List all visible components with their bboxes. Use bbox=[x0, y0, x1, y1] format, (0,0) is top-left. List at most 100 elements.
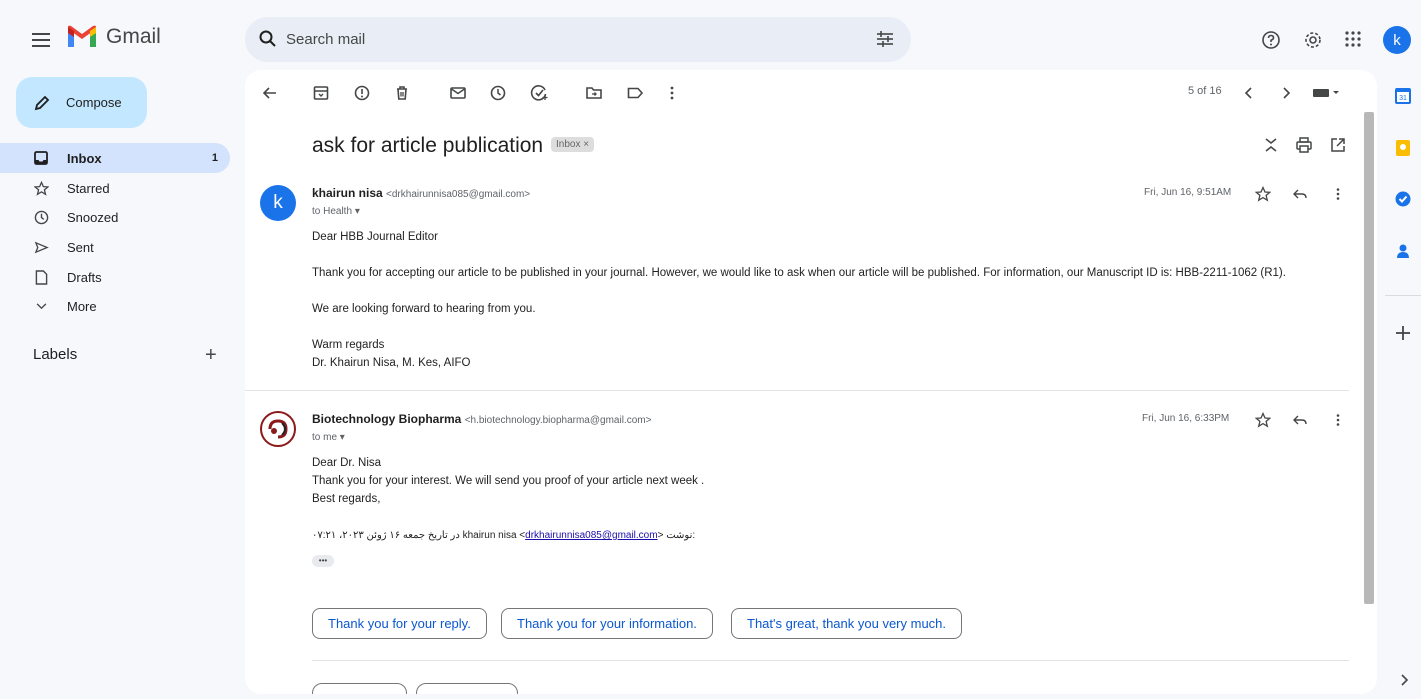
send-icon bbox=[33, 239, 49, 255]
message-divider bbox=[245, 390, 1349, 391]
draft-file-icon bbox=[33, 269, 49, 285]
caret-down-icon: ▾ bbox=[354, 206, 360, 217]
collapse-all-icon[interactable] bbox=[1262, 136, 1280, 154]
nav-item-more[interactable]: More bbox=[0, 291, 230, 321]
reply-area-divider bbox=[312, 660, 1349, 661]
open-in-new-window-icon[interactable] bbox=[1329, 136, 1347, 154]
add-addon-plus-icon[interactable] bbox=[1394, 324, 1412, 342]
nav-item-sent[interactable]: Sent bbox=[0, 232, 230, 262]
reply-button-partial[interactable] bbox=[312, 683, 407, 694]
back-arrow-icon[interactable] bbox=[261, 84, 279, 102]
sender-name[interactable]: Biotechnology Biopharma bbox=[312, 412, 461, 426]
tasks-icon[interactable] bbox=[1394, 190, 1412, 208]
search-options-icon[interactable] bbox=[875, 29, 895, 49]
biotech-logo-icon bbox=[268, 419, 288, 439]
star-icon[interactable] bbox=[1255, 412, 1271, 428]
search-bar[interactable] bbox=[245, 17, 911, 62]
recipients-text: to me bbox=[312, 432, 338, 443]
unread-count: 1 bbox=[211, 152, 218, 164]
message-body-line: Best regards, bbox=[312, 493, 381, 505]
compose-button[interactable]: Compose bbox=[16, 77, 147, 128]
newer-chevron-left-icon[interactable] bbox=[1240, 84, 1258, 102]
star-icon bbox=[33, 180, 49, 196]
sender-email: <drkhairunnisa085@gmail.com> bbox=[386, 189, 531, 200]
search-icon[interactable] bbox=[258, 29, 278, 49]
scrollbar-thumb[interactable] bbox=[1364, 112, 1374, 604]
apps-grid-icon[interactable] bbox=[1344, 30, 1362, 48]
search-input[interactable] bbox=[286, 17, 846, 62]
sender-email: <h.biotechnology.biopharma@gmail.com> bbox=[464, 415, 652, 426]
help-icon[interactable] bbox=[1261, 30, 1281, 50]
quote-suffix: > نوشت: bbox=[657, 530, 696, 541]
trash-icon[interactable] bbox=[393, 84, 411, 102]
labels-heading: Labels bbox=[33, 346, 78, 363]
forward-button-partial[interactable] bbox=[416, 683, 518, 694]
message-body-line: Thank you for accepting our article to b… bbox=[312, 267, 1286, 279]
expand-side-panel-chevron-icon[interactable] bbox=[1398, 673, 1410, 687]
main-menu-button[interactable] bbox=[28, 27, 54, 53]
caret-down-icon: ▾ bbox=[339, 432, 345, 443]
add-to-tasks-icon[interactable] bbox=[530, 84, 548, 102]
compose-label: Compose bbox=[66, 95, 122, 110]
contacts-icon[interactable] bbox=[1394, 242, 1412, 260]
sender-name-line: khairun nisa <drkhairunnisa085@gmail.com… bbox=[312, 186, 530, 200]
smart-reply-button[interactable]: That's great, thank you very much. bbox=[731, 608, 963, 639]
message-body-line: Dear HBB Journal Editor bbox=[312, 231, 438, 243]
reply-icon[interactable] bbox=[1292, 186, 1308, 202]
chevron-down-icon bbox=[33, 298, 49, 314]
nav-label: More bbox=[67, 298, 97, 314]
recipients-dropdown[interactable]: to Health ▾ bbox=[312, 206, 360, 217]
report-spam-icon[interactable] bbox=[353, 84, 371, 102]
label-tag-icon[interactable] bbox=[626, 84, 644, 102]
star-icon[interactable] bbox=[1255, 186, 1271, 202]
account-avatar[interactable]: k bbox=[1383, 26, 1411, 54]
more-vert-icon[interactable] bbox=[1330, 186, 1346, 202]
message-date: Fri, Jun 16, 6:33PM bbox=[1142, 413, 1230, 424]
nav-label: Snoozed bbox=[67, 209, 119, 225]
print-icon[interactable] bbox=[1295, 136, 1313, 154]
svg-text:31: 31 bbox=[1399, 95, 1407, 102]
reply-icon[interactable] bbox=[1292, 412, 1308, 428]
message-body-line: Dear Dr. Nisa bbox=[312, 457, 382, 469]
sender-name[interactable]: khairun nisa bbox=[312, 186, 383, 200]
create-label-plus-icon[interactable]: + bbox=[205, 345, 217, 365]
sender-avatar-logo[interactable] bbox=[260, 411, 296, 447]
recipients-dropdown[interactable]: to me ▾ bbox=[312, 432, 345, 443]
side-panel-divider bbox=[1385, 295, 1421, 296]
smart-reply-button[interactable]: Thank you for your information. bbox=[501, 608, 713, 639]
smart-reply-button[interactable]: Thank you for your reply. bbox=[312, 608, 487, 639]
calendar-icon[interactable]: 31 bbox=[1394, 87, 1412, 105]
move-to-folder-icon[interactable] bbox=[585, 84, 603, 102]
show-trimmed-content-button[interactable]: ••• bbox=[312, 555, 334, 567]
nav-item-snoozed[interactable]: Snoozed bbox=[0, 202, 230, 232]
more-vert-icon[interactable] bbox=[663, 84, 681, 102]
nav-item-inbox[interactable]: Inbox 1 bbox=[0, 143, 230, 173]
message-body-line: Thank you for your interest. We will sen… bbox=[312, 475, 705, 487]
message-body-line: We are looking forward to hearing from y… bbox=[312, 303, 536, 315]
email-subject: ask for article publication bbox=[312, 134, 544, 157]
nav-label: Drafts bbox=[67, 269, 102, 285]
nav-label: Sent bbox=[67, 239, 94, 255]
gmail-m-icon bbox=[68, 25, 96, 47]
inbox-label-chip[interactable]: Inbox × bbox=[551, 137, 595, 152]
mark-unread-icon[interactable] bbox=[449, 84, 467, 102]
older-chevron-right-icon[interactable] bbox=[1277, 84, 1295, 102]
nav-item-drafts[interactable]: Drafts bbox=[0, 262, 230, 292]
snooze-clock-icon[interactable] bbox=[489, 84, 507, 102]
hamburger-icon bbox=[32, 33, 50, 47]
keep-icon[interactable] bbox=[1394, 139, 1412, 157]
nav-label: Inbox bbox=[67, 150, 102, 166]
nav-label: Starred bbox=[67, 180, 110, 196]
sender-avatar[interactable]: k bbox=[260, 185, 296, 221]
pencil-icon bbox=[34, 95, 50, 110]
clock-icon bbox=[33, 209, 49, 225]
settings-gear-icon[interactable] bbox=[1303, 30, 1323, 50]
more-vert-icon[interactable] bbox=[1330, 412, 1346, 428]
sender-name-line: Biotechnology Biopharma <h.biotechnology… bbox=[312, 412, 651, 426]
archive-icon[interactable] bbox=[312, 84, 330, 102]
quoted-email-link[interactable]: drkhairunnisa085@gmail.com bbox=[525, 530, 657, 541]
input-tools-keyboard-icon[interactable] bbox=[1311, 84, 1341, 102]
message-view: 5 of 16 ask for article publication Inbo… bbox=[245, 70, 1377, 694]
nav-item-starred[interactable]: Starred bbox=[0, 173, 230, 203]
gmail-logo[interactable]: Gmail bbox=[66, 25, 161, 49]
